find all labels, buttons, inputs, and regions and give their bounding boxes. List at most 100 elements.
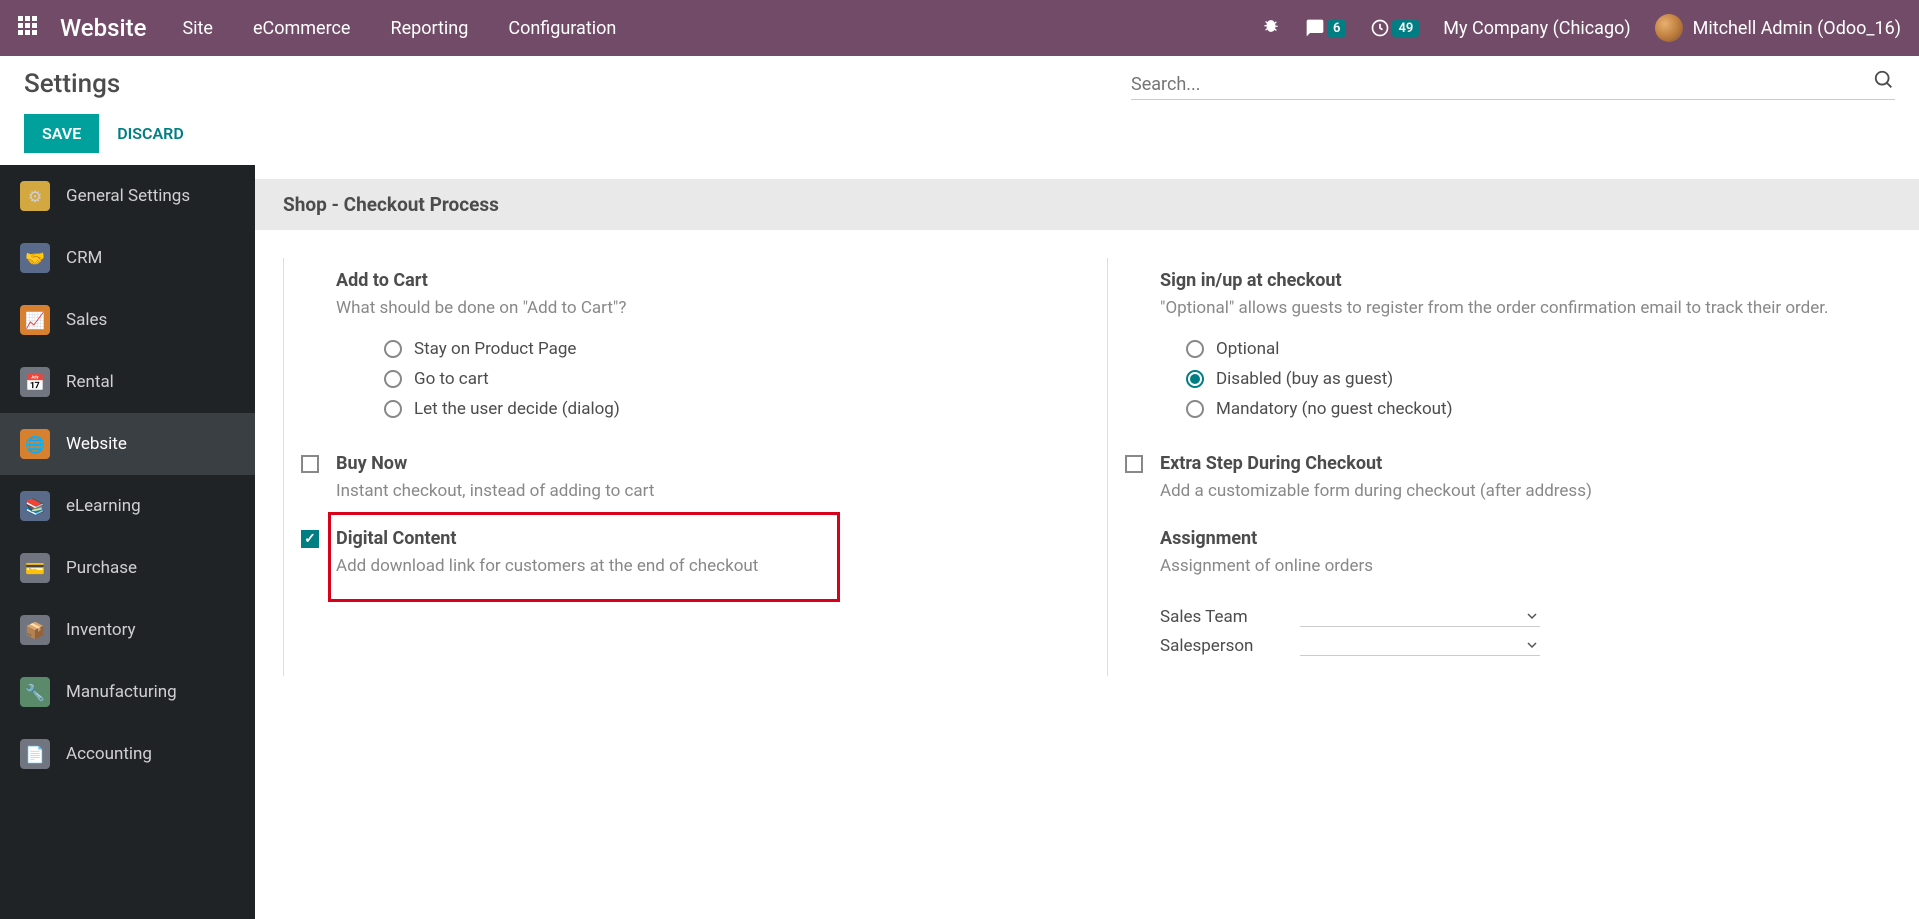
- nav-ecommerce[interactable]: eCommerce: [253, 18, 351, 39]
- page-title: Settings: [24, 69, 120, 99]
- radio-icon: [1186, 340, 1204, 358]
- setting-desc: Assignment of online orders: [1160, 555, 1891, 579]
- user-avatar-icon: [1655, 14, 1683, 42]
- radio-label: Disabled (buy as guest): [1216, 369, 1393, 389]
- messages-icon[interactable]: 6: [1305, 18, 1346, 38]
- setting-desc: Add download link for customers at the e…: [336, 555, 1067, 579]
- topnav-right: 6 49 My Company (Chicago) Mitchell Admin…: [1261, 14, 1901, 42]
- sidebar-item-general-settings[interactable]: ⚙ General Settings: [0, 165, 255, 227]
- setting-desc: Add a customizable form during checkout …: [1160, 480, 1891, 504]
- search-input[interactable]: [1131, 74, 1873, 95]
- field-sales-team: Sales Team: [1160, 606, 1891, 627]
- checkbox-digital-content[interactable]: [301, 530, 319, 548]
- radio-icon: [384, 340, 402, 358]
- salesperson-dropdown[interactable]: [1300, 635, 1540, 656]
- sidebar-item-purchase[interactable]: 💳Purchase: [0, 537, 255, 599]
- gear-icon: ⚙: [20, 181, 50, 211]
- checkbox-extra-step[interactable]: [1125, 455, 1143, 473]
- setting-title: Digital Content: [336, 528, 1067, 549]
- activities-icon[interactable]: 49: [1370, 18, 1419, 38]
- globe-icon: 🌐: [20, 429, 50, 459]
- activities-badge: 49: [1392, 20, 1419, 37]
- radio-option-disabled[interactable]: Disabled (buy as guest): [1186, 369, 1891, 389]
- assignment-fields: Sales Team Salesperson: [1160, 606, 1891, 656]
- document-icon: 📄: [20, 739, 50, 769]
- radio-icon: [384, 370, 402, 388]
- sidebar-item-label: Sales: [66, 310, 107, 330]
- sidebar-item-manufacturing[interactable]: 🔧 Manufacturing: [0, 661, 255, 723]
- sidebar-item-accounting[interactable]: 📄 Accounting: [0, 723, 255, 785]
- sidebar-item-website[interactable]: 🌐 Website: [0, 413, 255, 475]
- field-label: Sales Team: [1160, 607, 1300, 627]
- nav-site[interactable]: Site: [182, 18, 213, 39]
- settings-content[interactable]: Shop - Checkout Process Add to Cart What…: [255, 165, 1919, 919]
- book-icon: 📚: [20, 491, 50, 521]
- calendar-icon: 📅: [20, 367, 50, 397]
- field-salesperson: Salesperson: [1160, 635, 1891, 656]
- setting-signin: Sign in/up at checkout "Optional" allows…: [1107, 258, 1891, 441]
- radio-icon: [1186, 370, 1204, 388]
- setting-title: Sign in/up at checkout: [1160, 270, 1891, 291]
- sidebar-item-rental[interactable]: 📅Rental: [0, 351, 255, 413]
- title-row: Settings: [0, 56, 1919, 112]
- radio-label: Mandatory (no guest checkout): [1216, 399, 1453, 419]
- setting-title: Buy Now: [336, 453, 1067, 474]
- radio-group-add-to-cart: Stay on Product Page Go to cart Let the …: [336, 339, 1067, 419]
- save-button[interactable]: SAVE: [24, 114, 99, 153]
- radio-label: Stay on Product Page: [414, 339, 576, 359]
- chart-icon: 📈: [20, 305, 50, 335]
- chevron-down-icon: [1526, 610, 1538, 622]
- chevron-down-icon: [1526, 639, 1538, 651]
- setting-desc: What should be done on "Add to Cart"?: [336, 297, 1067, 321]
- sidebar-item-label: Accounting: [66, 744, 152, 764]
- section-header: Shop - Checkout Process: [255, 179, 1919, 230]
- company-selector[interactable]: My Company (Chicago): [1443, 18, 1630, 39]
- radio-option-mandatory[interactable]: Mandatory (no guest checkout): [1186, 399, 1891, 419]
- sidebar-item-label: Inventory: [66, 620, 136, 640]
- debug-icon[interactable]: [1261, 16, 1281, 40]
- nav-reporting[interactable]: Reporting: [390, 18, 468, 39]
- discard-button[interactable]: DISCARD: [111, 114, 190, 153]
- radio-label: Optional: [1216, 339, 1279, 359]
- search-wrap: [1131, 69, 1895, 100]
- radio-option-go-to-cart[interactable]: Go to cart: [384, 369, 1067, 389]
- handshake-icon: 🤝: [20, 243, 50, 273]
- sidebar-item-label: CRM: [66, 248, 102, 268]
- nav-links: Site eCommerce Reporting Configuration: [182, 18, 616, 39]
- radio-option-optional[interactable]: Optional: [1186, 339, 1891, 359]
- user-menu[interactable]: Mitchell Admin (Odoo_16): [1655, 14, 1901, 42]
- user-name: Mitchell Admin (Odoo_16): [1693, 18, 1901, 39]
- sidebar-item-label: eLearning: [66, 496, 141, 516]
- radio-option-dialog[interactable]: Let the user decide (dialog): [384, 399, 1067, 419]
- checkbox-buy-now[interactable]: [301, 455, 319, 473]
- radio-group-signin: Optional Disabled (buy as guest) Mandato…: [1160, 339, 1891, 419]
- radio-option-stay[interactable]: Stay on Product Page: [384, 339, 1067, 359]
- nav-configuration[interactable]: Configuration: [508, 18, 616, 39]
- setting-title: Extra Step During Checkout: [1160, 453, 1891, 474]
- messages-badge: 6: [1327, 20, 1346, 37]
- sidebar-item-label: Website: [66, 434, 127, 454]
- sidebar-item-label: Manufacturing: [66, 682, 177, 702]
- search-icon[interactable]: [1873, 69, 1895, 95]
- settings-sidebar[interactable]: ⚙ General Settings 🤝 CRM 📈 Sales 📅Rental 🌐 W…: [0, 165, 255, 919]
- app-brand[interactable]: Website: [60, 14, 146, 42]
- setting-desc: Instant checkout, instead of adding to c…: [336, 480, 1067, 504]
- setting-extra-step: Extra Step During Checkout Add a customi…: [1107, 441, 1891, 516]
- setting-buy-now: Buy Now Instant checkout, instead of add…: [283, 441, 1067, 516]
- wrench-icon: 🔧: [20, 677, 50, 707]
- top-navbar: Website Site eCommerce Reporting Configu…: [0, 0, 1919, 56]
- radio-label: Let the user decide (dialog): [414, 399, 620, 419]
- setting-digital-content: Digital Content Add download link for cu…: [283, 516, 1067, 677]
- sidebar-item-label: General Settings: [66, 186, 190, 206]
- sales-team-dropdown[interactable]: [1300, 606, 1540, 627]
- apps-menu-icon[interactable]: [18, 16, 38, 40]
- setting-assignment: Assignment Assignment of online orders S…: [1107, 516, 1891, 677]
- radio-icon: [1186, 400, 1204, 418]
- sidebar-item-elearning[interactable]: 📚 eLearning: [0, 475, 255, 537]
- sidebar-item-crm[interactable]: 🤝 CRM: [0, 227, 255, 289]
- card-icon: 💳: [20, 553, 50, 583]
- sidebar-item-sales[interactable]: 📈 Sales: [0, 289, 255, 351]
- sidebar-item-inventory[interactable]: 📦Inventory: [0, 599, 255, 661]
- setting-title: Assignment: [1160, 528, 1891, 549]
- field-label: Salesperson: [1160, 636, 1300, 656]
